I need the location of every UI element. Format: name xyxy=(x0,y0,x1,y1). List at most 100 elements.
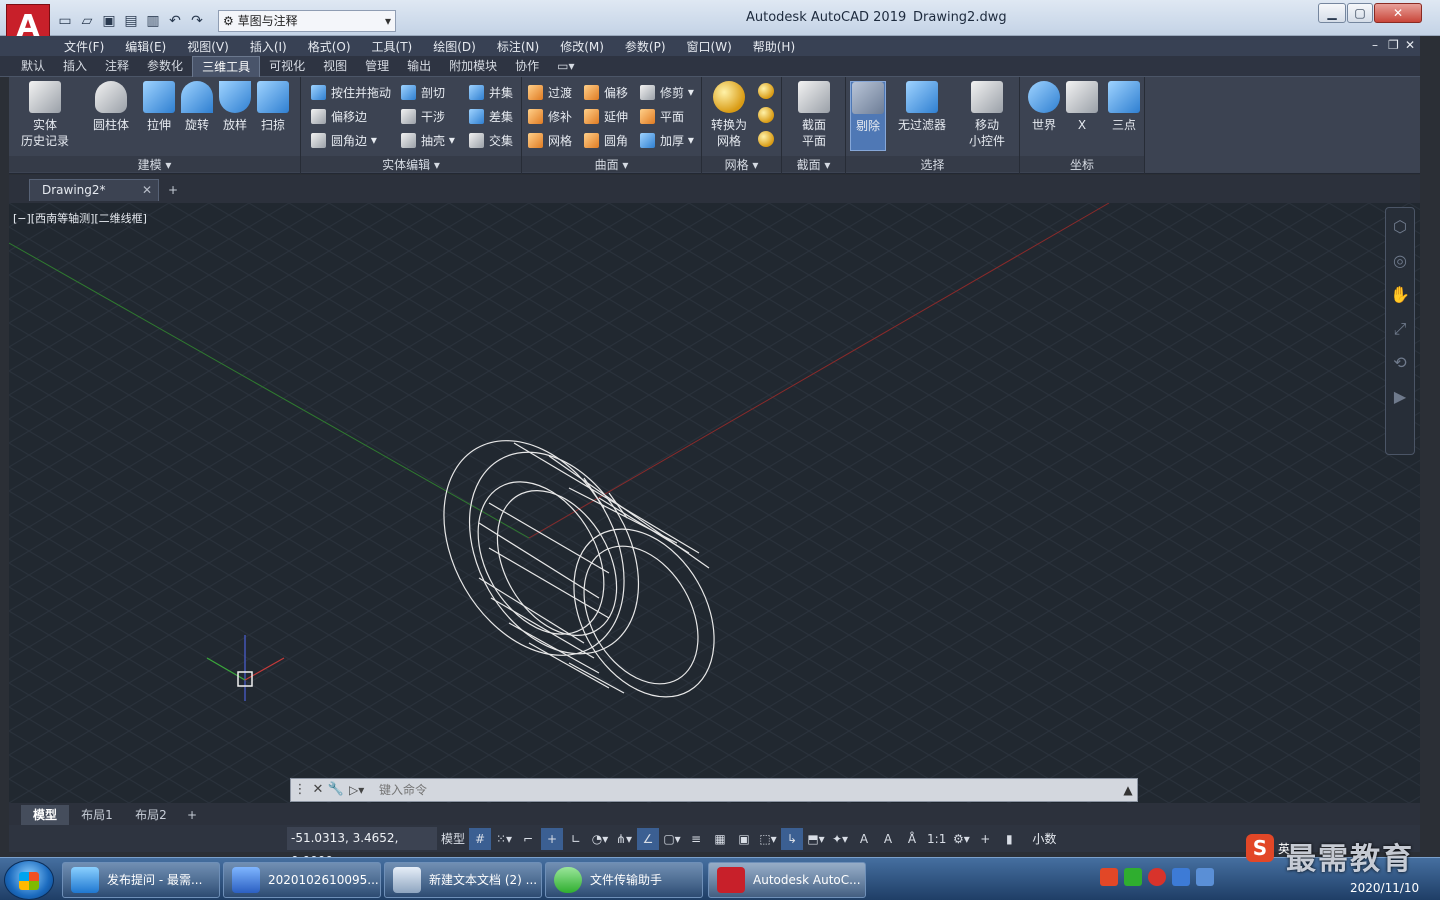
tab-collaborate[interactable]: 协作 xyxy=(506,56,548,77)
ucs-world-button[interactable]: 世界 xyxy=(1026,81,1062,133)
transparency-icon[interactable]: ▦ xyxy=(709,828,731,850)
tab-manage[interactable]: 管理 xyxy=(356,56,398,77)
tab-insert[interactable]: 插入 xyxy=(54,56,96,77)
convert-to-mesh-button[interactable]: 转换为 网格 xyxy=(706,81,752,149)
undo-icon[interactable]: ↶ xyxy=(166,12,184,30)
section-plane-button[interactable]: 截面 平面 xyxy=(792,81,836,149)
panel-title-solid-editing[interactable]: 实体编辑 ▾ xyxy=(301,156,521,172)
menu-help[interactable]: 帮助(H) xyxy=(753,38,795,55)
tab-3d-tools[interactable]: 三维工具 xyxy=(192,55,261,77)
panel-title-modeling[interactable]: 建模 ▾ xyxy=(9,156,300,172)
panel-title-section[interactable]: 截面 ▾ xyxy=(782,156,845,172)
3d-object-snap-icon[interactable]: ⬚▾ xyxy=(757,828,779,850)
planar-button[interactable]: 平面 xyxy=(640,106,684,126)
annotation-visibility-icon[interactable]: A xyxy=(853,828,875,850)
move-gizmo-button[interactable]: 移动 小控件 xyxy=(964,81,1010,149)
menu-format[interactable]: 格式(O) xyxy=(308,38,351,55)
selection-filter-icon[interactable]: ⬒▾ xyxy=(805,828,827,850)
command-history-up-icon[interactable]: ▲ xyxy=(1119,783,1137,797)
orbit-icon[interactable]: ⟲ xyxy=(1389,352,1411,374)
coordinate-readout[interactable]: -51.0313, 3.4652, 0.0000 xyxy=(287,827,437,868)
grid-display-icon[interactable]: # xyxy=(469,827,492,850)
interfere-button[interactable]: 干涉 xyxy=(401,106,445,126)
isodraft-icon[interactable]: ⋔▾ xyxy=(613,828,635,850)
polar-tracking-icon[interactable]: ◔▾ xyxy=(589,828,611,850)
patch-button[interactable]: 修补 xyxy=(528,106,572,126)
showmotion-icon[interactable]: ▶ xyxy=(1389,386,1411,408)
taskbar-item-wechat[interactable]: 文件传输助手 xyxy=(545,862,703,898)
menu-view[interactable]: 视图(V) xyxy=(187,38,229,55)
network-button[interactable]: 网格 xyxy=(528,130,572,150)
menu-modify[interactable]: 修改(M) xyxy=(560,38,604,55)
print-icon[interactable]: ▥ xyxy=(144,12,162,30)
sogou-tray-icon[interactable] xyxy=(1100,868,1118,886)
tab-layout1[interactable]: 布局1 xyxy=(71,805,123,825)
panel-title-surface[interactable]: 曲面 ▾ xyxy=(522,156,701,172)
object-snap-icon[interactable]: ▢▾ xyxy=(661,828,683,850)
minimize-button[interactable]: ▁ xyxy=(1318,3,1346,23)
viewcube-icon[interactable]: ⬡ xyxy=(1389,216,1411,238)
object-snap-tracking-icon[interactable]: ∠ xyxy=(637,827,660,850)
presspull-button[interactable]: 按住并拖动 xyxy=(311,82,391,102)
mesh-smooth-icon[interactable] xyxy=(758,83,774,99)
maximize-button[interactable]: ▢ xyxy=(1347,3,1373,23)
command-prompt-icon[interactable]: ▷▾ xyxy=(349,781,375,799)
new-tab-icon[interactable]: + xyxy=(164,181,182,199)
close-tab-icon[interactable]: ✕ xyxy=(142,180,152,200)
open-folder-icon[interactable]: ▱ xyxy=(78,12,96,30)
menu-edit[interactable]: 编辑(E) xyxy=(125,38,166,55)
dynamic-input-icon[interactable]: + xyxy=(541,827,564,850)
network-tray-icon[interactable] xyxy=(1196,868,1214,886)
save-icon[interactable]: ▣ xyxy=(100,12,118,30)
solid-history-button[interactable]: 实体 历史记录 xyxy=(21,81,69,149)
tab-view[interactable]: 视图 xyxy=(314,56,356,77)
pan-hand-icon[interactable]: ✋ xyxy=(1389,284,1411,306)
annotation-scale-value[interactable]: 1:1 xyxy=(925,828,948,850)
close-command-line-icon[interactable]: ✕ xyxy=(309,780,327,800)
menu-draw[interactable]: 绘图(D) xyxy=(433,38,476,55)
mesh-crease-icon[interactable] xyxy=(758,131,774,147)
wechat-tray-icon[interactable] xyxy=(1124,868,1142,886)
units-value[interactable]: 小数 xyxy=(1032,830,1056,847)
slice-button[interactable]: 剖切 xyxy=(401,82,445,102)
trim-button[interactable]: 修剪 ▾ xyxy=(640,82,694,102)
save-as-icon[interactable]: ▤ xyxy=(122,12,140,30)
snap-mode-icon[interactable]: ⁙▾ xyxy=(493,828,515,850)
fillet-edge-button[interactable]: 圆角边 ▾ xyxy=(311,130,377,150)
panel-title-coordinates[interactable]: 坐标 xyxy=(1020,156,1144,172)
culling-button[interactable]: 剔除 xyxy=(850,81,886,151)
close-button[interactable]: ✕ xyxy=(1374,3,1422,23)
start-button[interactable] xyxy=(4,860,54,900)
offset-surface-button[interactable]: 偏移 xyxy=(584,82,628,102)
menu-dimension[interactable]: 标注(N) xyxy=(497,38,539,55)
model-space-toggle[interactable]: 模型 xyxy=(439,828,467,850)
ortho-mode-icon[interactable]: ∟ xyxy=(565,828,587,850)
auto-scale-icon[interactable]: A xyxy=(877,828,899,850)
steering-wheel-icon[interactable]: ◎ xyxy=(1389,250,1411,272)
cylinder-button[interactable]: 圆柱体 xyxy=(91,81,131,133)
loft-button[interactable]: 放样 xyxy=(215,81,255,133)
ucs-three-point-button[interactable]: 三点 xyxy=(1106,81,1142,133)
taskbar-date[interactable]: 2020/11/10 xyxy=(1350,881,1419,895)
selection-cycling-icon[interactable]: ▣ xyxy=(733,828,755,850)
menu-parametric[interactable]: 参数(P) xyxy=(625,38,666,55)
taskbar-item-autocad[interactable]: Autodesk AutoC... xyxy=(708,862,866,898)
mesh-refine-icon[interactable] xyxy=(758,107,774,123)
subtract-button[interactable]: 差集 xyxy=(469,106,513,126)
sweep-button[interactable]: 扫掠 xyxy=(253,81,293,133)
ribbon-options-icon[interactable]: ▭▾ xyxy=(548,56,583,77)
menu-tools[interactable]: 工具(T) xyxy=(372,38,413,55)
infer-constraints-icon[interactable]: ⌐ xyxy=(517,828,539,850)
taskbar-item-ie[interactable]: 发布提问 - 最需... xyxy=(62,862,220,898)
redo-icon[interactable]: ↷ xyxy=(188,12,206,30)
tab-parametric[interactable]: 参数化 xyxy=(138,56,192,77)
viewport-controls-label[interactable]: [−][西南等轴测][二维线框] xyxy=(13,210,147,226)
revolve-button[interactable]: 旋转 xyxy=(177,81,217,133)
command-input[interactable] xyxy=(375,781,1119,799)
dynamic-ucs-icon[interactable]: ↳ xyxy=(781,827,804,850)
panel-title-selection[interactable]: 选择 xyxy=(846,156,1019,172)
tab-drawing2[interactable]: Drawing2* ✕ xyxy=(29,179,159,201)
tab-visualize[interactable]: 可视化 xyxy=(260,56,314,77)
no-filter-button[interactable]: 无过滤器 xyxy=(896,81,948,133)
command-line-grip-icon[interactable]: ⋮ xyxy=(291,780,309,800)
